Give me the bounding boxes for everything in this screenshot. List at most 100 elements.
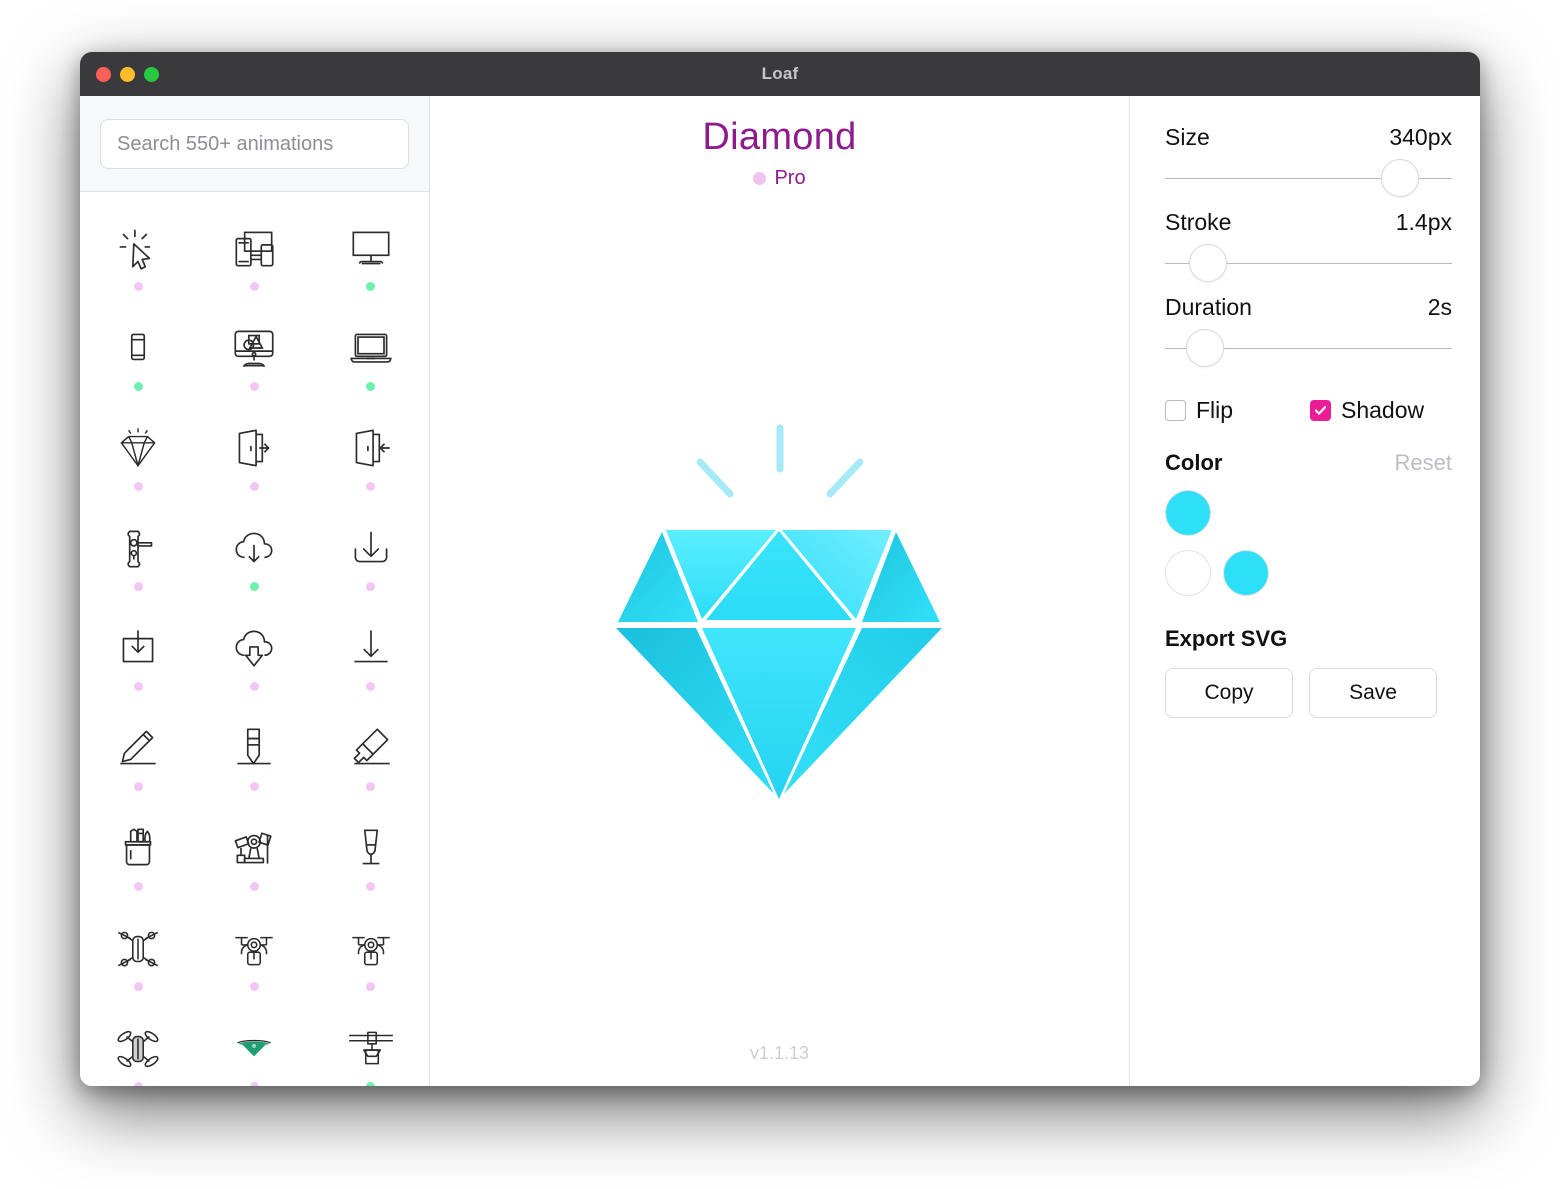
icon-cell-download-line[interactable] (313, 606, 429, 706)
stroke-label: Stroke (1165, 209, 1232, 235)
door-handle-lock-icon (127, 530, 153, 568)
icon-cell-champagne-flute[interactable] (313, 806, 429, 906)
flip-checkbox-box[interactable] (1165, 400, 1186, 421)
primary-color-swatch-row (1165, 490, 1452, 536)
tier-dot-pro (249, 281, 259, 291)
palette-swatch-white[interactable] (1165, 550, 1211, 596)
door-exit-icon (239, 428, 270, 467)
zoom-button-icon[interactable] (144, 66, 159, 82)
download-line-icon (354, 629, 388, 662)
icon-cell-desktop-monitor[interactable] (313, 206, 429, 306)
tier-dot-pro (133, 981, 143, 991)
icon-cell-cloud-download[interactable] (196, 506, 312, 606)
tier-dot-pro (133, 1081, 143, 1086)
tier-dot-free (366, 281, 376, 291)
icon-grid (80, 192, 429, 1086)
icon-cell-drone-front-alt[interactable] (313, 906, 429, 1006)
download-tray-icon (354, 531, 388, 562)
icon-cell-cloud-download-filled[interactable] (196, 606, 312, 706)
icon-cell-crane-hook[interactable] (313, 1006, 429, 1086)
icon-cell-design-monitor[interactable] (196, 306, 312, 406)
size-slider[interactable] (1165, 155, 1452, 201)
icon-cell-pencil-draw[interactable] (80, 706, 196, 806)
sparkle-lines-icon (696, 424, 863, 498)
shadow-checkbox-box[interactable] (1310, 400, 1331, 421)
icon-cell-cursor-click[interactable] (80, 206, 196, 306)
icon-cell-drone-quadcopter[interactable] (80, 906, 196, 1006)
drone-quadcopter-icon (118, 931, 159, 966)
icon-cell-diamond[interactable] (80, 406, 196, 506)
minimize-button-icon[interactable] (120, 66, 135, 82)
tier-dot-pro (249, 481, 259, 491)
cursor-click-icon (119, 228, 151, 270)
tier-dot-pro (249, 781, 259, 791)
settings-panel: Size 340px Stroke 1.4px Duration 2s Flip… (1130, 96, 1480, 1086)
icon-cell-pencil-vertical[interactable] (196, 706, 312, 806)
primary-color-swatch[interactable] (1165, 490, 1211, 536)
tier-dot-pro (133, 281, 143, 291)
icon-cell-door-exit[interactable] (196, 406, 312, 506)
close-button-icon[interactable] (96, 66, 111, 82)
stroke-control: Stroke 1.4px (1165, 209, 1452, 286)
icon-cell-marker-highlight[interactable] (313, 706, 429, 806)
pro-badge-label: Pro (774, 167, 806, 189)
size-label: Size (1165, 124, 1210, 150)
icon-cell-door-handle-lock[interactable] (80, 506, 196, 606)
tier-dot-pro (133, 481, 143, 491)
size-slider-thumb[interactable] (1381, 159, 1420, 197)
app-window: Loaf Diamond Pro (80, 52, 1480, 1086)
responsive-devices-icon (235, 231, 275, 267)
save-button[interactable]: Save (1309, 668, 1437, 718)
copy-button[interactable]: Copy (1165, 668, 1293, 718)
search-area (80, 96, 429, 192)
tier-dot-pro (249, 1081, 259, 1086)
duration-slider-thumb[interactable] (1186, 329, 1225, 367)
flip-checkbox[interactable]: Flip (1165, 397, 1310, 424)
tier-dot-pro (133, 681, 143, 691)
icon-cell-drone-hover[interactable] (196, 1006, 312, 1086)
crane-hook-icon (348, 1031, 393, 1064)
icon-cell-download-box[interactable] (80, 606, 196, 706)
tier-dot-free (133, 381, 143, 391)
duration-label: Duration (1165, 294, 1252, 320)
icon-cell-drone-tilt[interactable] (80, 1006, 196, 1086)
search-input[interactable] (100, 119, 409, 169)
window-body: Diamond Pro (80, 96, 1480, 1086)
icon-cell-download-tray[interactable] (313, 506, 429, 606)
stroke-slider-thumb[interactable] (1189, 244, 1228, 282)
export-title: Export SVG (1165, 626, 1288, 651)
icon-cell-laptop[interactable] (313, 306, 429, 406)
traffic-lights (96, 52, 159, 96)
icon-cell-smartphone[interactable] (80, 306, 196, 406)
download-box-icon (122, 629, 154, 662)
tier-dot-free (366, 1081, 376, 1086)
icon-cell-responsive-devices[interactable] (196, 206, 312, 306)
color-title: Color (1165, 450, 1223, 475)
cloud-download-filled-icon (235, 630, 273, 667)
icon-cell-drone-front[interactable] (196, 906, 312, 1006)
tier-dot-pro (366, 881, 376, 891)
stroke-slider[interactable] (1165, 240, 1452, 286)
drone-front-alt-icon (352, 936, 390, 965)
tier-dot-pro (249, 381, 259, 391)
sidebar (80, 96, 430, 1086)
tier-dot-pro (366, 581, 376, 591)
flip-label: Flip (1196, 397, 1234, 423)
design-monitor-icon (234, 330, 275, 367)
icon-cell-pen-cup[interactable] (80, 806, 196, 906)
pro-badge: Pro (753, 167, 806, 190)
duration-slider[interactable] (1165, 325, 1452, 371)
export-buttons: Copy Save (1165, 668, 1452, 718)
color-reset-button[interactable]: Reset (1395, 450, 1452, 476)
color-section-header: Color Reset (1165, 450, 1452, 476)
laptop-icon (350, 333, 392, 363)
shadow-checkbox[interactable]: Shadow (1310, 397, 1424, 424)
palette-swatch-cyan[interactable] (1223, 550, 1269, 596)
smartphone-icon (131, 333, 146, 360)
tier-dot-pro (133, 581, 143, 591)
icon-cell-film-camera[interactable] (196, 806, 312, 906)
screen: Loaf Diamond Pro (0, 0, 1560, 1189)
tier-dot-pro (133, 781, 143, 791)
icon-cell-door-enter[interactable] (313, 406, 429, 506)
checkmark-icon (1314, 406, 1327, 415)
